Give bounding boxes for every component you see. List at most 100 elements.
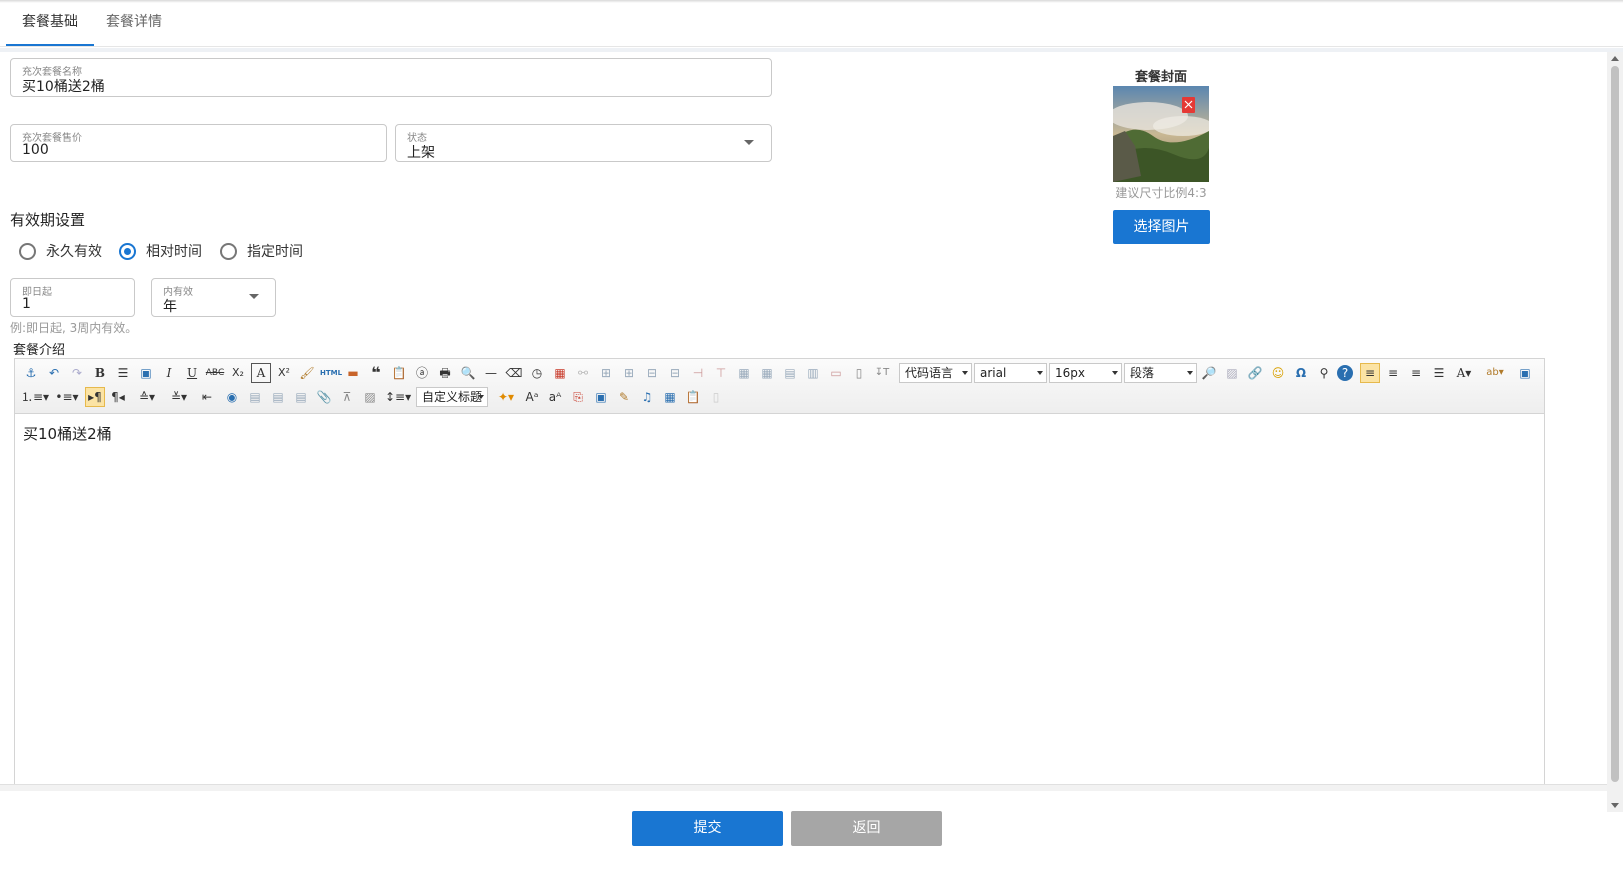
- image-left-icon[interactable]: ▤: [245, 387, 265, 407]
- select-image-button[interactable]: 选择图片: [1113, 210, 1210, 244]
- editor-content[interactable]: 买10桶送2桶: [23, 423, 112, 444]
- html-icon[interactable]: HTML: [320, 363, 342, 383]
- tab-details[interactable]: 套餐详情: [90, 0, 178, 46]
- image-icon[interactable]: ▬: [343, 363, 363, 383]
- row-spacing-bottom-icon[interactable]: ≚▾: [165, 387, 193, 407]
- scrawl-icon[interactable]: ✎: [614, 387, 634, 407]
- image-none-align-icon[interactable]: ⊼: [337, 387, 357, 407]
- insert-frame-icon[interactable]: ◉: [222, 387, 242, 407]
- cover-image[interactable]: [1113, 86, 1209, 182]
- radio-relative[interactable]: 相对时间: [119, 240, 202, 262]
- preview-icon[interactable]: 🔍: [458, 363, 478, 383]
- font-size-select[interactable]: 16px: [1049, 363, 1122, 383]
- scroll-up-icon[interactable]: [1611, 56, 1619, 61]
- fullscreen-icon[interactable]: ▣: [1515, 363, 1535, 383]
- unit-select[interactable]: 内有效 年: [151, 278, 276, 317]
- date-icon[interactable]: ▦: [550, 363, 570, 383]
- magic-wand-icon[interactable]: ✦▾: [493, 387, 519, 407]
- search-replace-icon[interactable]: 🔎: [1199, 363, 1219, 383]
- print-icon[interactable]: 🖶: [435, 363, 455, 383]
- ltr-icon[interactable]: ▸¶: [85, 387, 105, 407]
- package-name-field[interactable]: 充次套餐名称 买10桶送2桶: [10, 58, 772, 97]
- image-right-icon[interactable]: ▤: [268, 387, 288, 407]
- table-props-icon[interactable]: ▦: [757, 363, 777, 383]
- emotion-icon[interactable]: ☺: [1268, 363, 1288, 383]
- subscript-icon[interactable]: X₂: [228, 363, 248, 383]
- attachment-icon[interactable]: 📎: [314, 387, 334, 407]
- document-icon[interactable]: ▯: [849, 363, 869, 383]
- insert-table-icon[interactable]: ▦: [660, 387, 680, 407]
- code-language-select[interactable]: 代码语言: [899, 363, 972, 383]
- quote-icon[interactable]: ❝: [366, 363, 386, 383]
- time-icon[interactable]: ◷: [527, 363, 547, 383]
- rich-text-editor[interactable]: ⚓ ↶ ↷ B ☰ ▣ I U ABC X₂ A X² 🖌 HTML ▬ ❝ 📋…: [14, 358, 1545, 786]
- align-left-icon[interactable]: ≡: [1360, 363, 1380, 383]
- page-scrollbar[interactable]: [1607, 52, 1623, 812]
- radio-permanent[interactable]: 永久有效: [19, 240, 102, 262]
- delete-table-icon[interactable]: ▥: [803, 363, 823, 383]
- scrollbar-thumb[interactable]: [1611, 66, 1619, 782]
- tab-basic[interactable]: 套餐基础: [6, 0, 94, 46]
- italic-icon[interactable]: I: [159, 363, 179, 383]
- package-price-field[interactable]: 充次套餐售价 100: [10, 124, 387, 162]
- superscript-icon[interactable]: X²: [274, 363, 294, 383]
- insert-frame-icon[interactable]: ▣: [136, 363, 156, 383]
- delete-row-icon[interactable]: ⊣: [688, 363, 708, 383]
- bold-icon[interactable]: B: [90, 363, 110, 383]
- back-color-icon[interactable]: ab▾: [1485, 363, 1505, 383]
- page-break-icon[interactable]: ▭: [826, 363, 846, 383]
- undo-icon[interactable]: ↶: [44, 363, 64, 383]
- font-color-icon[interactable]: A▾: [1454, 363, 1474, 383]
- paragraph-select[interactable]: 段落: [1124, 363, 1197, 383]
- image-none-icon[interactable]: ▨: [1222, 363, 1242, 383]
- insert-code-icon[interactable]: ⇤: [197, 387, 217, 407]
- text-direction-icon[interactable]: ↧T: [872, 363, 892, 383]
- insert-col-icon[interactable]: ⊞: [619, 363, 639, 383]
- strikethrough-icon[interactable]: ABC: [205, 363, 225, 383]
- anchor-icon[interactable]: ⚓: [21, 363, 41, 383]
- indent-icon[interactable]: ☰: [113, 363, 133, 383]
- radio-specified[interactable]: 指定时间: [220, 240, 303, 262]
- help-icon[interactable]: ?: [1337, 365, 1353, 381]
- delete-col-icon[interactable]: ⊤: [711, 363, 731, 383]
- paste-plain-icon[interactable]: 📋: [683, 387, 703, 407]
- status-select[interactable]: 状态 上架: [395, 124, 772, 162]
- scroll-down-icon[interactable]: [1611, 803, 1619, 808]
- find-icon[interactable]: ⚲: [1314, 363, 1334, 383]
- split-cells-icon[interactable]: ⊟: [665, 363, 685, 383]
- paste-text-icon[interactable]: 📋: [389, 363, 409, 383]
- align-center-icon[interactable]: ≡: [1406, 363, 1426, 383]
- merge-cells-icon[interactable]: ⊟: [642, 363, 662, 383]
- cell-props-icon[interactable]: ▤: [780, 363, 800, 383]
- image-center-icon[interactable]: ▤: [291, 387, 311, 407]
- rtl-icon[interactable]: ¶◂: [108, 387, 128, 407]
- back-button[interactable]: 返回: [791, 811, 942, 846]
- row-spacing-top-icon[interactable]: ≙▾: [133, 387, 161, 407]
- special-char-icon[interactable]: Ω: [1291, 363, 1311, 383]
- select-all-icon[interactable]: ⓐ: [412, 363, 432, 383]
- ordered-list-icon[interactable]: ⒈≡▾: [21, 387, 49, 407]
- font-family-select[interactable]: arial: [974, 363, 1047, 383]
- line-height-icon[interactable]: ↕≡▾: [385, 387, 411, 407]
- custom-title-select[interactable]: 自定义标题: [416, 387, 488, 407]
- align-justify-icon[interactable]: ☰: [1429, 363, 1449, 383]
- template-icon[interactable]: ▯: [706, 387, 726, 407]
- submit-button[interactable]: 提交: [632, 811, 783, 846]
- format-brush-icon[interactable]: 🖌: [297, 363, 317, 383]
- insert-row-icon[interactable]: ⊞: [596, 363, 616, 383]
- font-border-icon[interactable]: A: [251, 363, 271, 383]
- underline-icon[interactable]: U: [182, 363, 202, 383]
- unordered-list-icon[interactable]: •≡▾: [53, 387, 81, 407]
- unlink-icon[interactable]: ⚯: [573, 363, 593, 383]
- auto-typeset-icon[interactable]: ⎘: [568, 387, 588, 407]
- to-uppercase-icon[interactable]: Aᵃ: [522, 387, 542, 407]
- horizontal-rule-icon[interactable]: —: [481, 363, 501, 383]
- to-lowercase-icon[interactable]: aᴬ: [545, 387, 565, 407]
- map-icon[interactable]: ▣: [591, 387, 611, 407]
- align-right-icon[interactable]: ≡: [1383, 363, 1403, 383]
- table-icon[interactable]: ▦: [734, 363, 754, 383]
- start-number-field[interactable]: 即日起 1: [10, 278, 135, 317]
- redo-icon[interactable]: ↷: [67, 363, 87, 383]
- link-icon[interactable]: 🔗: [1245, 363, 1265, 383]
- eraser-icon[interactable]: ⌫: [504, 363, 524, 383]
